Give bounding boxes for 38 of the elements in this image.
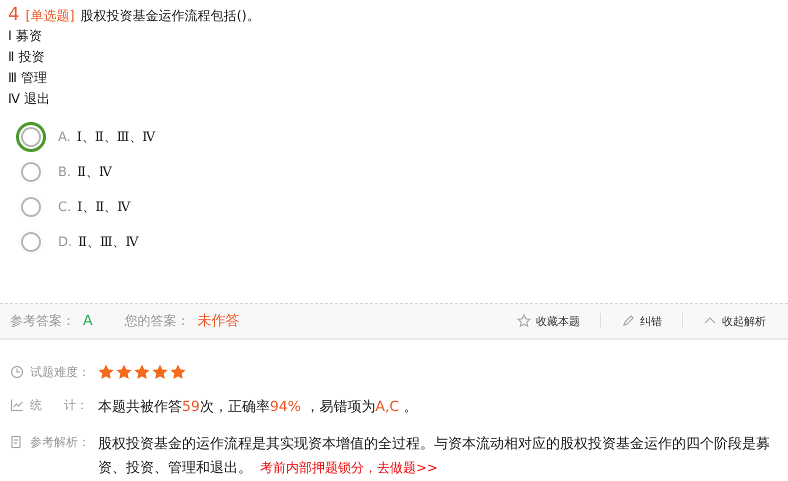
star-icon [98,364,114,380]
option-letter: B. [58,164,72,180]
your-answer-value: 未作答 [198,312,240,330]
option-text: Ⅰ、Ⅱ、Ⅲ、Ⅳ [76,129,156,146]
option-letter: C. [58,200,72,214]
explanation-label: 参考解析： [30,434,90,450]
reference-answer-value: A [83,313,93,329]
option-letter: A. [58,130,71,144]
statement-text: Ⅰ 募资 [8,28,42,46]
statement-text: Ⅲ 管理 [8,70,48,88]
question-stem: 股权投资基金运作流程包括()。 [80,8,260,25]
explanation-text: 股权投资基金的运作流程是其实现资本增值的全过程。与资本流动相对应的股权投资基金运作的四个阶段是募资、投资、管理和退出。 考前内部押题锁分，去做题>> [98,435,771,478]
star-icon [170,364,186,380]
report-error-button[interactable]: 纠错 [609,314,674,328]
statement-text: Ⅱ 投资 [8,49,45,67]
practice-link[interactable]: 考前内部押题锁分，去做题>> [260,461,438,476]
star-icon [517,314,531,328]
line-chart-icon [10,398,24,412]
collapse-button[interactable]: 收起解析 [691,314,778,328]
difficulty-label: 试题难度： [30,364,90,380]
question-type-tag: [单选题] [25,7,75,25]
option-letter: D. [58,234,72,250]
radio-button[interactable] [16,122,46,152]
statistics-text: 本题共被作答59次，正确率94% ，易错项为A,C 。 [98,398,418,417]
statistics-label: 统 计： [30,396,88,414]
option-text: Ⅰ、Ⅱ、Ⅳ [77,199,130,216]
reference-answer-label: 参考答案： [10,313,75,330]
your-answer-label: 您的答案： [124,313,190,330]
pencil-icon [621,314,635,328]
option-text: Ⅱ、Ⅳ [77,164,112,181]
star-icon [116,364,132,380]
favorite-button[interactable]: 收藏本题 [505,314,592,328]
star-icon [134,364,150,380]
star-icon [152,364,168,380]
question-number: 4 [8,4,20,25]
clock-icon [10,365,24,379]
statement-text: Ⅳ 退出 [8,91,50,109]
option-text: Ⅱ、Ⅲ、Ⅳ [78,234,139,251]
